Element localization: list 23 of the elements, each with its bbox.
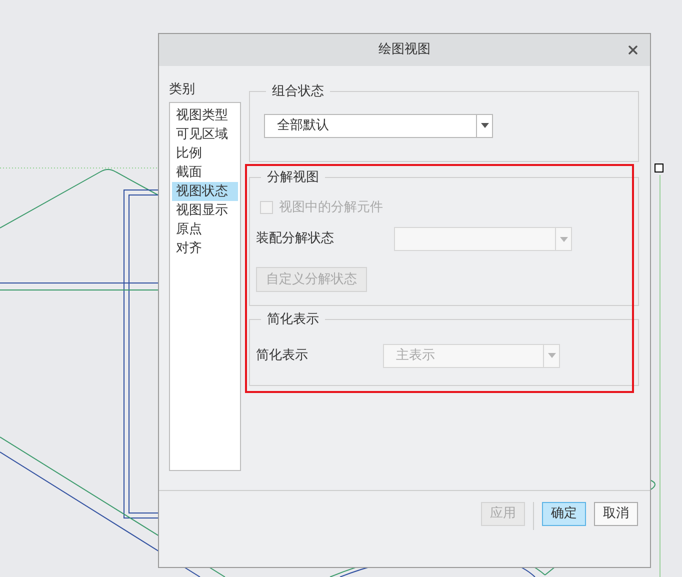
category-item[interactable]: 视图显示 <box>172 201 238 220</box>
group-title: 分解视图 <box>266 169 320 187</box>
field-label: 简化表示 <box>256 346 309 365</box>
window-title: 绘图视图 <box>378 41 430 60</box>
caret-icon <box>480 123 488 128</box>
field-label: 装配分解状态 <box>256 230 335 248</box>
category-item[interactable]: 视图类型 <box>172 106 238 125</box>
close-button[interactable] <box>626 43 640 57</box>
category-item[interactable]: 比例 <box>172 144 238 163</box>
category-item[interactable]: 对齐 <box>172 239 238 258</box>
dropdown-field[interactable]: 全部默认 <box>264 114 493 138</box>
dialog-button[interactable]: 取消 <box>594 502 638 526</box>
caret-icon <box>548 353 556 358</box>
category-item[interactable]: 视图状态 <box>172 182 238 201</box>
category-item[interactable]: 可见区域 <box>172 125 238 144</box>
caret-icon <box>560 236 568 242</box>
category-label: 类别 <box>169 82 196 98</box>
dialog-button[interactable]: 确定 <box>542 502 586 526</box>
category-item[interactable]: 原点 <box>172 220 238 239</box>
checkbox-label: 视图中的分解元件 <box>279 198 383 216</box>
group-title: 简化表示 <box>266 311 320 329</box>
category-item[interactable]: 截面 <box>172 163 238 182</box>
group-title: 组合状态 <box>271 83 325 101</box>
